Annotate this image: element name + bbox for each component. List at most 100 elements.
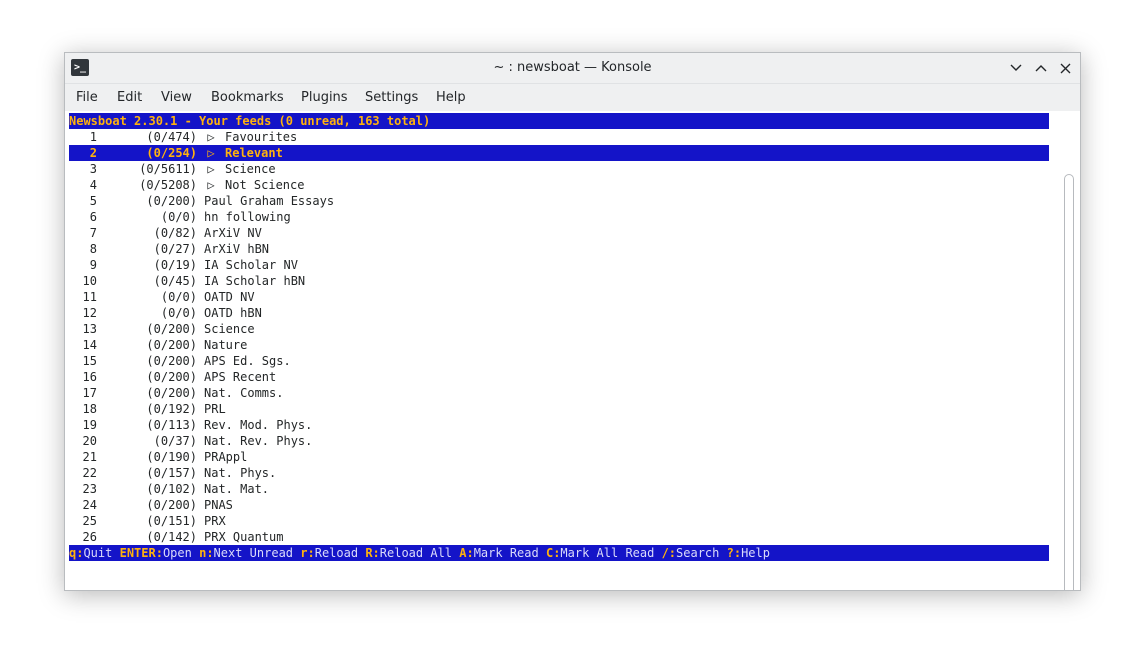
feed-row[interactable]: 18 (0/192) PRL: [69, 401, 1049, 417]
feed-number: 7: [89, 226, 97, 240]
feed-row[interactable]: 6 (0/0) hn following: [69, 209, 1049, 225]
feed-count: (0/474): [146, 130, 197, 144]
feed-row[interactable]: 3 (0/5611) ▷ Science: [69, 161, 1049, 177]
feed-title: ArXiV hBN: [204, 242, 270, 256]
menu-settings[interactable]: Settings: [365, 84, 418, 111]
feed-number: 20: [82, 434, 97, 448]
feed-row[interactable]: 16 (0/200) APS Recent: [69, 369, 1049, 385]
feed-title: ArXiV NV: [204, 226, 262, 240]
feed-title: Nat. Rev. Phys.: [204, 434, 313, 448]
feed-title: APS Ed. Sgs.: [204, 354, 291, 368]
menu-view[interactable]: View: [161, 84, 192, 111]
feed-number: 14: [82, 338, 97, 352]
feed-count: (0/192): [146, 402, 197, 416]
feed-list: 1 (0/474) ▷ Favourites 2 (0/254) ▷ Relevant 3 (0/…: [69, 129, 1049, 545]
hotkey-key: n:: [199, 546, 214, 560]
feed-row[interactable]: 20 (0/37) Nat. Rev. Phys.: [69, 433, 1049, 449]
feed-number: 6: [89, 210, 97, 224]
chevron-up-icon: [1035, 65, 1047, 72]
hotkey-key: ?:: [726, 546, 742, 560]
feed-title: PRAppl: [204, 450, 248, 464]
feed-row[interactable]: 21 (0/190) PRAppl: [69, 449, 1049, 465]
menu-file[interactable]: File: [76, 84, 98, 111]
close-button[interactable]: [1056, 59, 1074, 77]
feed-number: 5: [89, 194, 97, 208]
feed-title: PRX: [204, 514, 226, 528]
feed-row[interactable]: 8 (0/27) ArXiV hBN: [69, 241, 1049, 257]
hotkey-key: /:: [661, 546, 677, 560]
menu-edit[interactable]: Edit: [117, 84, 142, 111]
feed-number: 23: [82, 482, 97, 496]
feed-row[interactable]: 1 (0/474) ▷ Favourites: [69, 129, 1049, 145]
feed-row[interactable]: 15 (0/200) APS Ed. Sgs.: [69, 353, 1049, 369]
feed-count: (0/5208): [139, 178, 197, 192]
menu-bookmarks[interactable]: Bookmarks: [211, 84, 284, 111]
feed-row[interactable]: 5 (0/200) Paul Graham Essays: [69, 193, 1049, 209]
feed-row[interactable]: 25 (0/151) PRX: [69, 513, 1049, 529]
feed-number: 16: [82, 370, 97, 384]
hotkey-key: C:: [545, 546, 561, 560]
feed-number: 10: [82, 274, 97, 288]
feed-row[interactable]: 7 (0/82) ArXiV NV: [69, 225, 1049, 241]
chevron-down-icon: [1010, 64, 1022, 71]
hotkey-label: Quit: [83, 546, 113, 560]
feed-count: (0/190): [146, 450, 197, 464]
maximize-button[interactable]: [1032, 59, 1050, 77]
feed-row[interactable]: 13 (0/200) Science: [69, 321, 1049, 337]
feed-number: 19: [82, 418, 97, 432]
konsole-window: >_ ~ : newsboat — Konsole File Edit View…: [64, 52, 1081, 591]
feed-title: Nature: [204, 338, 248, 352]
menu-plugins[interactable]: Plugins: [301, 84, 348, 111]
feed-count: (0/200): [146, 386, 197, 400]
feed-title: Not Science: [225, 178, 305, 192]
feed-count: (0/200): [146, 354, 197, 368]
feed-title: Science: [204, 322, 255, 336]
terminal-area[interactable]: Newsboat 2.30.1 - Your feeds (0 unread, …: [65, 111, 1080, 590]
feed-count: (0/37): [153, 434, 197, 448]
feed-row[interactable]: 4 (0/5208) ▷ Not Science: [69, 177, 1049, 193]
feed-row[interactable]: 19 (0/113) Rev. Mod. Phys.: [69, 417, 1049, 433]
menu-help[interactable]: Help: [436, 84, 466, 111]
titlebar[interactable]: >_ ~ : newsboat — Konsole: [65, 53, 1080, 84]
feed-number: 1: [89, 130, 97, 144]
feed-row[interactable]: 17 (0/200) Nat. Comms.: [69, 385, 1049, 401]
feed-title: OATD hBN: [204, 306, 262, 320]
feed-row[interactable]: 12 (0/0) OATD hBN: [69, 305, 1049, 321]
hotkey-key: R:: [365, 546, 380, 560]
feed-row[interactable]: 26 (0/142) PRX Quantum: [69, 529, 1049, 545]
feed-count: (0/200): [146, 370, 197, 384]
feed-row[interactable]: 14 (0/200) Nature: [69, 337, 1049, 353]
window-title: ~ : newsboat — Konsole: [493, 60, 652, 75]
feed-row[interactable]: 2 (0/254) ▷ Relevant: [69, 145, 1049, 161]
query-feed-icon: ▷: [207, 178, 215, 192]
feed-number: 22: [82, 466, 97, 480]
feed-title: Science: [225, 162, 276, 176]
hotkey-key: A:: [459, 546, 474, 560]
feed-row[interactable]: 24 (0/200) PNAS: [69, 497, 1049, 513]
feed-title: IA Scholar hBN: [204, 274, 306, 288]
query-feed-icon: ▷: [207, 162, 215, 176]
feed-number: 21: [82, 450, 97, 464]
feed-number: 3: [89, 162, 97, 176]
feed-count: (0/19): [153, 258, 197, 272]
feed-title: Relevant: [225, 146, 283, 160]
feed-row[interactable]: 22 (0/157) Nat. Phys.: [69, 465, 1049, 481]
hotkey-label: Reload All: [379, 546, 453, 560]
hotkey-label: Search: [676, 546, 720, 560]
feed-number: 9: [89, 258, 97, 272]
feed-title: Paul Graham Essays: [204, 194, 335, 208]
feed-row[interactable]: 10 (0/45) IA Scholar hBN: [69, 273, 1049, 289]
feed-row[interactable]: 11 (0/0) OATD NV: [69, 289, 1049, 305]
feed-number: 24: [82, 498, 97, 512]
feed-title: APS Recent: [204, 370, 277, 384]
feed-row[interactable]: 9 (0/19) IA Scholar NV: [69, 257, 1049, 273]
feed-number: 13: [82, 322, 97, 336]
scrollbar[interactable]: [1064, 174, 1074, 590]
feed-title: PNAS: [204, 498, 233, 512]
hotkey-label: Mark Read: [473, 546, 539, 560]
feed-count: (0/102): [146, 482, 197, 496]
feed-row[interactable]: 23 (0/102) Nat. Mat.: [69, 481, 1049, 497]
feed-title: hn following: [204, 210, 291, 224]
minimize-button[interactable]: [1007, 59, 1025, 77]
keybinding-footer: q:Quit ENTER:Open n:Next Unread r:Reload…: [69, 545, 1049, 561]
